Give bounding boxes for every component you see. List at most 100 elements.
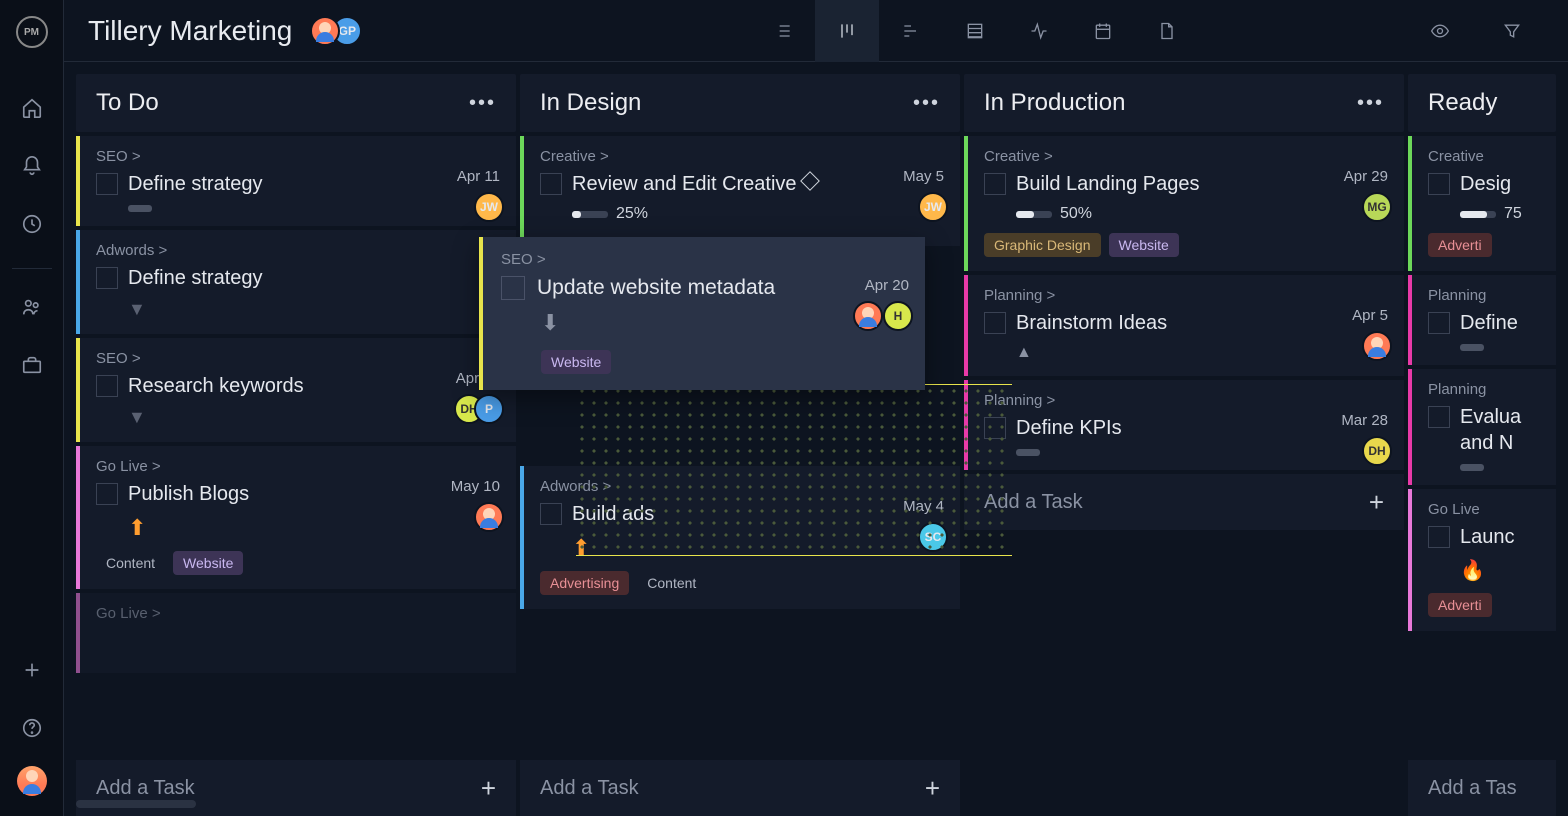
nav-team-icon[interactable] <box>12 287 52 327</box>
tag[interactable]: Graphic Design <box>984 233 1101 257</box>
tag[interactable]: Content <box>637 571 706 595</box>
priority-low-arrow-icon: ⬇ <box>541 310 559 335</box>
project-collaborators[interactable]: GP <box>310 16 362 46</box>
nav-home-icon[interactable] <box>12 88 52 128</box>
column-header[interactable]: In Production ••• <box>964 74 1404 132</box>
add-task-label: Add a Task <box>540 777 639 800</box>
assignee-avatar[interactable] <box>474 502 504 532</box>
task-card[interactable]: SEO > Define strategy Apr 11 JW <box>76 136 516 226</box>
progress-indicator: 25% <box>572 205 648 223</box>
filter-icon[interactable] <box>1480 0 1544 62</box>
task-card[interactable]: SEO > Research keywords Apr 13 DHP ▼ <box>76 338 516 442</box>
task-breadcrumb: SEO > <box>96 148 500 165</box>
assignee-avatar[interactable]: JW <box>918 192 948 222</box>
task-date: May 5 <box>903 168 944 185</box>
tag[interactable]: Content <box>96 551 165 575</box>
task-card[interactable]: Go Live > <box>76 593 516 673</box>
task-card[interactable]: Planning Evalua and N <box>1408 369 1556 485</box>
tag[interactable]: Website <box>1109 233 1179 257</box>
task-card[interactable]: Go Live > Publish Blogs May 10 ⬆ Content… <box>76 446 516 589</box>
task-checkbox[interactable] <box>1428 312 1450 334</box>
column-in-production: In Production ••• Creative > Build Landi… <box>964 74 1404 816</box>
app-logo[interactable]: PM <box>16 16 48 48</box>
view-switcher <box>751 0 1199 62</box>
plus-icon: + <box>481 773 496 804</box>
column-menu-icon[interactable]: ••• <box>469 92 496 115</box>
tag[interactable]: Adverti <box>1428 593 1492 617</box>
assignee-avatar[interactable]: H <box>883 301 913 331</box>
expand-icon[interactable]: ▼ <box>128 299 146 320</box>
nav-notifications-icon[interactable] <box>12 146 52 186</box>
task-card[interactable]: Go Live Launc 🔥 Adverti <box>1408 489 1556 631</box>
task-checkbox[interactable] <box>540 503 562 525</box>
drop-zone-indicator <box>576 384 1012 556</box>
view-board-icon[interactable] <box>815 0 879 62</box>
priority-icon: ▲ <box>1016 344 1032 362</box>
task-breadcrumb: SEO > <box>96 350 500 367</box>
task-card[interactable]: Planning > Define KPIs Mar 28 DH <box>964 380 1404 470</box>
task-checkbox[interactable] <box>96 375 118 397</box>
task-card[interactable]: Creative Desig 75 Adverti <box>1408 136 1556 271</box>
task-card[interactable]: Creative > Build Landing Pages Apr 29 MG… <box>964 136 1404 271</box>
column-header[interactable]: Ready <box>1408 74 1556 132</box>
dragging-task-card[interactable]: SEO > Update website metadata Apr 20 H ⬇… <box>479 237 925 390</box>
task-title: Define strategy <box>128 171 500 197</box>
task-title: Desig <box>1460 171 1540 197</box>
column-menu-icon[interactable]: ••• <box>913 92 940 115</box>
task-checkbox[interactable] <box>1428 173 1450 195</box>
assignee-avatar[interactable]: MG <box>1362 192 1392 222</box>
task-card[interactable]: Planning > Brainstorm Ideas Apr 5 ▲ <box>964 275 1404 376</box>
task-checkbox[interactable] <box>540 173 562 195</box>
task-checkbox[interactable] <box>501 276 525 300</box>
nav-recent-icon[interactable] <box>12 204 52 244</box>
tag[interactable]: Website <box>173 551 243 575</box>
task-title: Build Landing Pages <box>1016 171 1388 197</box>
view-calendar-icon[interactable] <box>1071 0 1135 62</box>
nav-user-avatar[interactable] <box>17 766 47 796</box>
expand-icon[interactable]: ▼ <box>128 407 146 428</box>
assignee-avatar[interactable]: P <box>474 394 504 424</box>
task-checkbox[interactable] <box>984 312 1006 334</box>
nav-briefcase-icon[interactable] <box>12 345 52 385</box>
task-card[interactable]: Adwords > Define strategy ▼ <box>76 230 516 334</box>
assignee-avatar[interactable]: JW <box>474 192 504 222</box>
tag[interactable]: Advertising <box>540 571 629 595</box>
task-card[interactable]: Creative > Review and Edit Creative May … <box>520 136 960 246</box>
nav-help-icon[interactable] <box>12 708 52 748</box>
nav-add-icon[interactable] <box>12 650 52 690</box>
column-title: To Do <box>96 89 469 117</box>
task-checkbox[interactable] <box>96 267 118 289</box>
view-activity-icon[interactable] <box>1007 0 1071 62</box>
view-sheet-icon[interactable] <box>943 0 1007 62</box>
task-checkbox[interactable] <box>1428 406 1450 428</box>
add-task-button[interactable]: Add a Task+ <box>964 474 1404 530</box>
task-breadcrumb: Go Live <box>1428 501 1540 518</box>
view-list-icon[interactable] <box>751 0 815 62</box>
column-header[interactable]: To Do ••• <box>76 74 516 132</box>
task-checkbox[interactable] <box>96 173 118 195</box>
assignee-avatar[interactable] <box>853 301 883 331</box>
view-gantt-icon[interactable] <box>879 0 943 62</box>
column-title: In Design <box>540 89 913 117</box>
priority-critical-icon: 🔥 <box>1460 558 1485 583</box>
tag[interactable]: Adverti <box>1428 233 1492 257</box>
column-header[interactable]: In Design ••• <box>520 74 960 132</box>
task-card[interactable]: Planning Define <box>1408 275 1556 365</box>
assignee-avatar[interactable] <box>1362 331 1392 361</box>
priority-low-icon <box>1460 464 1484 471</box>
tag[interactable]: Website <box>541 350 611 374</box>
task-checkbox[interactable] <box>1428 526 1450 548</box>
view-file-icon[interactable] <box>1135 0 1199 62</box>
column-menu-icon[interactable]: ••• <box>1357 92 1384 115</box>
collaborator-avatar[interactable] <box>310 16 340 46</box>
task-date: Apr 20 <box>865 277 909 294</box>
task-title: Review and Edit Creative <box>572 171 944 197</box>
visibility-icon[interactable] <box>1408 0 1472 62</box>
task-title: Define strategy <box>128 265 500 291</box>
task-checkbox[interactable] <box>984 173 1006 195</box>
horizontal-scrollbar[interactable] <box>76 800 1568 808</box>
assignee-avatar[interactable]: DH <box>1362 436 1392 466</box>
priority-high-icon: ⬆ <box>128 515 146 541</box>
plus-icon: + <box>1369 487 1384 518</box>
task-checkbox[interactable] <box>96 483 118 505</box>
